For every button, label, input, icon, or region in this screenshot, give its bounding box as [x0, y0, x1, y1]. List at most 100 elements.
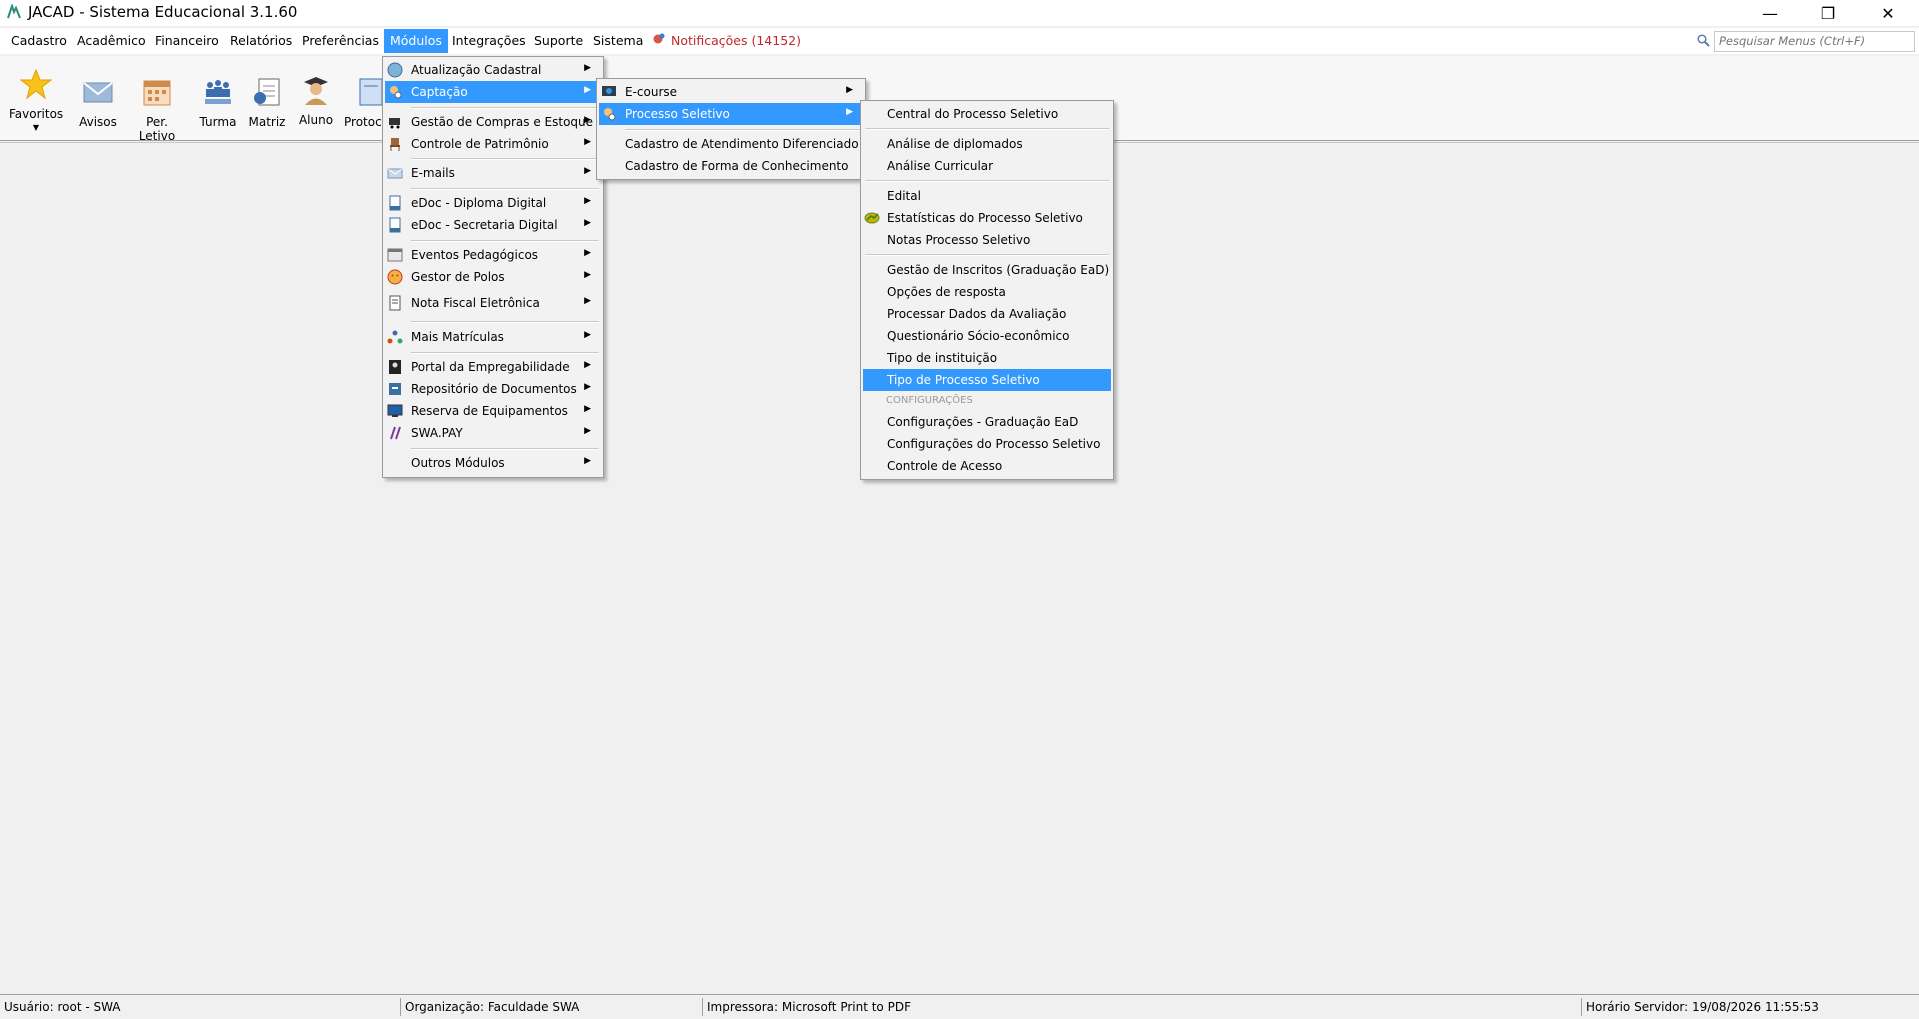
menu-item-controle-acesso[interactable]: Controle de Acesso: [863, 455, 1111, 477]
menu-item-edoc-diploma[interactable]: eDoc - Diploma Digital ▶: [385, 192, 601, 214]
status-bar: Usuário: root - SWA Organização: Faculda…: [0, 994, 1919, 1019]
menu-item-nota-fiscal[interactable]: Nota Fiscal Eletrônica ▶: [385, 292, 601, 314]
toolbar-avisos-label: Avisos: [79, 115, 117, 129]
submenu-arrow-icon: ▶: [584, 426, 591, 436]
menu-financeiro[interactable]: Financeiro: [155, 33, 219, 48]
menu-item-central-processo[interactable]: Central do Processo Seletivo: [863, 103, 1111, 125]
matrix-document-icon: [254, 78, 280, 106]
toolbar-turma-label: Turma: [199, 115, 237, 129]
toolbar-turma-button[interactable]: Turma: [196, 76, 240, 129]
submenu-arrow-icon: ▶: [584, 404, 591, 414]
monitor-icon: [387, 404, 403, 417]
submenu-arrow-icon: ▶: [846, 85, 853, 95]
menu-integracoes[interactable]: Integrações: [452, 33, 526, 48]
toolbar-matriz-button[interactable]: Matriz: [245, 76, 289, 129]
menu-item-atualizacao-cadastral[interactable]: Atualização Cadastral ▶: [385, 59, 601, 81]
search-menus-field[interactable]: [1714, 31, 1915, 52]
menu-item-controle-patrimonio[interactable]: Controle de Patrimônio ▶: [385, 133, 601, 155]
network-users-icon: [387, 330, 403, 344]
menu-item-repositorio-documentos[interactable]: Repositório de Documentos ▶: [385, 378, 601, 400]
menu-preferencias[interactable]: Preferências: [302, 33, 379, 48]
submenu-arrow-icon: ▶: [584, 115, 591, 125]
document-icon: [389, 195, 401, 211]
menu-item-mais-matriculas[interactable]: Mais Matrículas ▶: [385, 326, 601, 348]
menu-item-tipo-processo-seletivo[interactable]: Tipo de Processo Seletivo: [863, 369, 1111, 391]
menu-item-forma-conhecimento[interactable]: Cadastro de Forma de Conhecimento: [599, 155, 863, 177]
menu-item-edital[interactable]: Edital: [863, 185, 1111, 207]
toolbar-protocolo-button[interactable]: Protoc: [344, 76, 384, 129]
menu-suporte[interactable]: Suporte: [534, 33, 583, 48]
smiley-face-icon: [387, 269, 403, 285]
captacao-submenu: E-course ▶ Processo Seletivo ▶ Cadastro de…: [596, 78, 866, 180]
title-bar: JACAD - Sistema Educacional 3.1.60 — ❐ ✕: [0, 0, 1919, 26]
search-input[interactable]: [1715, 32, 1913, 49]
menu-item-processar-dados[interactable]: Processar Dados da Avaliação: [863, 303, 1111, 325]
user-search-icon: [604, 108, 616, 121]
submenu-arrow-icon: ▶: [584, 218, 591, 228]
submenu-arrow-icon: ▶: [584, 360, 591, 370]
archive-icon: [389, 383, 401, 395]
status-usuario: Usuário: root - SWA: [4, 1000, 121, 1014]
class-group-icon: [205, 80, 231, 104]
menu-separator: [865, 180, 1109, 182]
menu-separator: [865, 254, 1109, 256]
student-icon: [304, 77, 328, 105]
menu-item-config-processo[interactable]: Configurações do Processo Seletivo: [863, 433, 1111, 455]
toolbar-per-letivo-button[interactable]: Per. Letivo: [127, 76, 187, 143]
menu-modulos[interactable]: Módulos: [384, 29, 448, 53]
menu-item-gestor-polos[interactable]: Gestor de Polos ▶: [385, 266, 601, 288]
toolbar-favoritos-label: Favoritos: [9, 107, 64, 121]
submenu-arrow-icon: ▶: [584, 270, 591, 280]
menu-academico[interactable]: Acadêmico: [77, 33, 146, 48]
menu-separator: [411, 107, 599, 109]
menu-item-estatisticas[interactable]: Estatísticas do Processo Seletivo: [863, 207, 1111, 229]
id-badge-icon: [389, 360, 401, 374]
toolbar-per-letivo-label: Per. Letivo: [138, 115, 176, 143]
menu-item-questionario[interactable]: Questionário Sócio-econômico: [863, 325, 1111, 347]
menu-relatorios[interactable]: Relatórios: [230, 33, 292, 48]
submenu-arrow-icon: ▶: [584, 166, 591, 176]
restore-button[interactable]: ❐: [1799, 0, 1857, 26]
minimize-button[interactable]: —: [1741, 0, 1799, 26]
menu-item-processo-seletivo[interactable]: Processo Seletivo ▶: [599, 103, 863, 125]
calendar-icon: [143, 80, 171, 106]
menu-item-config-graduacao-ead[interactable]: Configurações - Graduação EaD: [863, 411, 1111, 433]
menu-item-notas-processo[interactable]: Notas Processo Seletivo: [863, 229, 1111, 251]
search-icon: [1697, 34, 1710, 47]
menu-cadastro[interactable]: Cadastro: [11, 33, 67, 48]
menu-item-gestao-compras[interactable]: Gestão de Compras e Estoque ▶: [385, 111, 601, 133]
menu-item-emails[interactable]: E-mails ▶: [385, 162, 601, 184]
menu-item-ecourse[interactable]: E-course ▶: [599, 81, 863, 103]
submenu-arrow-icon: ▶: [584, 137, 591, 147]
menu-item-swa-pay[interactable]: SWA.PAY ▶: [385, 422, 601, 444]
menu-item-reserva-equipamentos[interactable]: Reserva de Equipamentos ▶: [385, 400, 601, 422]
menu-separator: [625, 129, 861, 131]
menu-separator: [411, 321, 599, 323]
menu-item-gestao-inscritos[interactable]: Gestão de Inscritos (Graduação EaD): [863, 259, 1111, 281]
menu-sistema[interactable]: Sistema: [593, 33, 643, 48]
menu-item-tipo-instituicao[interactable]: Tipo de instituição: [863, 347, 1111, 369]
toolbar-protocolo-label: Protoc: [344, 115, 382, 129]
toolbar-favoritos-button[interactable]: Favoritos ▼: [9, 68, 63, 132]
menu-bar: Cadastro Acadêmico Financeiro Relatórios…: [0, 28, 1919, 54]
shopping-cart-icon: [389, 118, 400, 129]
menu-item-portal-empregabilidade[interactable]: Portal da Empregabilidade ▶: [385, 356, 601, 378]
menu-item-eventos-pedagogicos[interactable]: Eventos Pedagógicos ▶: [385, 244, 601, 266]
toolbar-aluno-button[interactable]: Aluno: [294, 74, 338, 127]
menu-item-atendimento-diferenciado[interactable]: Cadastro de Atendimento Diferenciado: [599, 133, 863, 155]
submenu-arrow-icon: ▶: [584, 382, 591, 392]
close-button[interactable]: ✕: [1859, 0, 1917, 26]
menu-item-outros-modulos[interactable]: Outros Módulos ▶: [385, 452, 601, 474]
submenu-arrow-icon: ▶: [584, 456, 591, 466]
menu-item-analise-diplomados[interactable]: Análise de diplomados: [863, 133, 1111, 155]
document-icon: [389, 217, 401, 233]
menu-item-edoc-secretaria[interactable]: eDoc - Secretaria Digital ▶: [385, 214, 601, 236]
event-calendar-icon: [387, 248, 403, 262]
menu-item-captacao[interactable]: Captação ▶: [385, 81, 601, 103]
status-horario-servidor: Horário Servidor: 19/08/2026 11:55:53: [1581, 998, 1916, 1016]
menu-item-analise-curricular[interactable]: Análise Curricular: [863, 155, 1111, 177]
toolbar-avisos-button[interactable]: Avisos: [76, 76, 120, 129]
menu-separator: [411, 158, 599, 160]
menu-notificacoes[interactable]: Notificações (14152): [671, 33, 801, 48]
menu-item-opcoes-resposta[interactable]: Opções de resposta: [863, 281, 1111, 303]
